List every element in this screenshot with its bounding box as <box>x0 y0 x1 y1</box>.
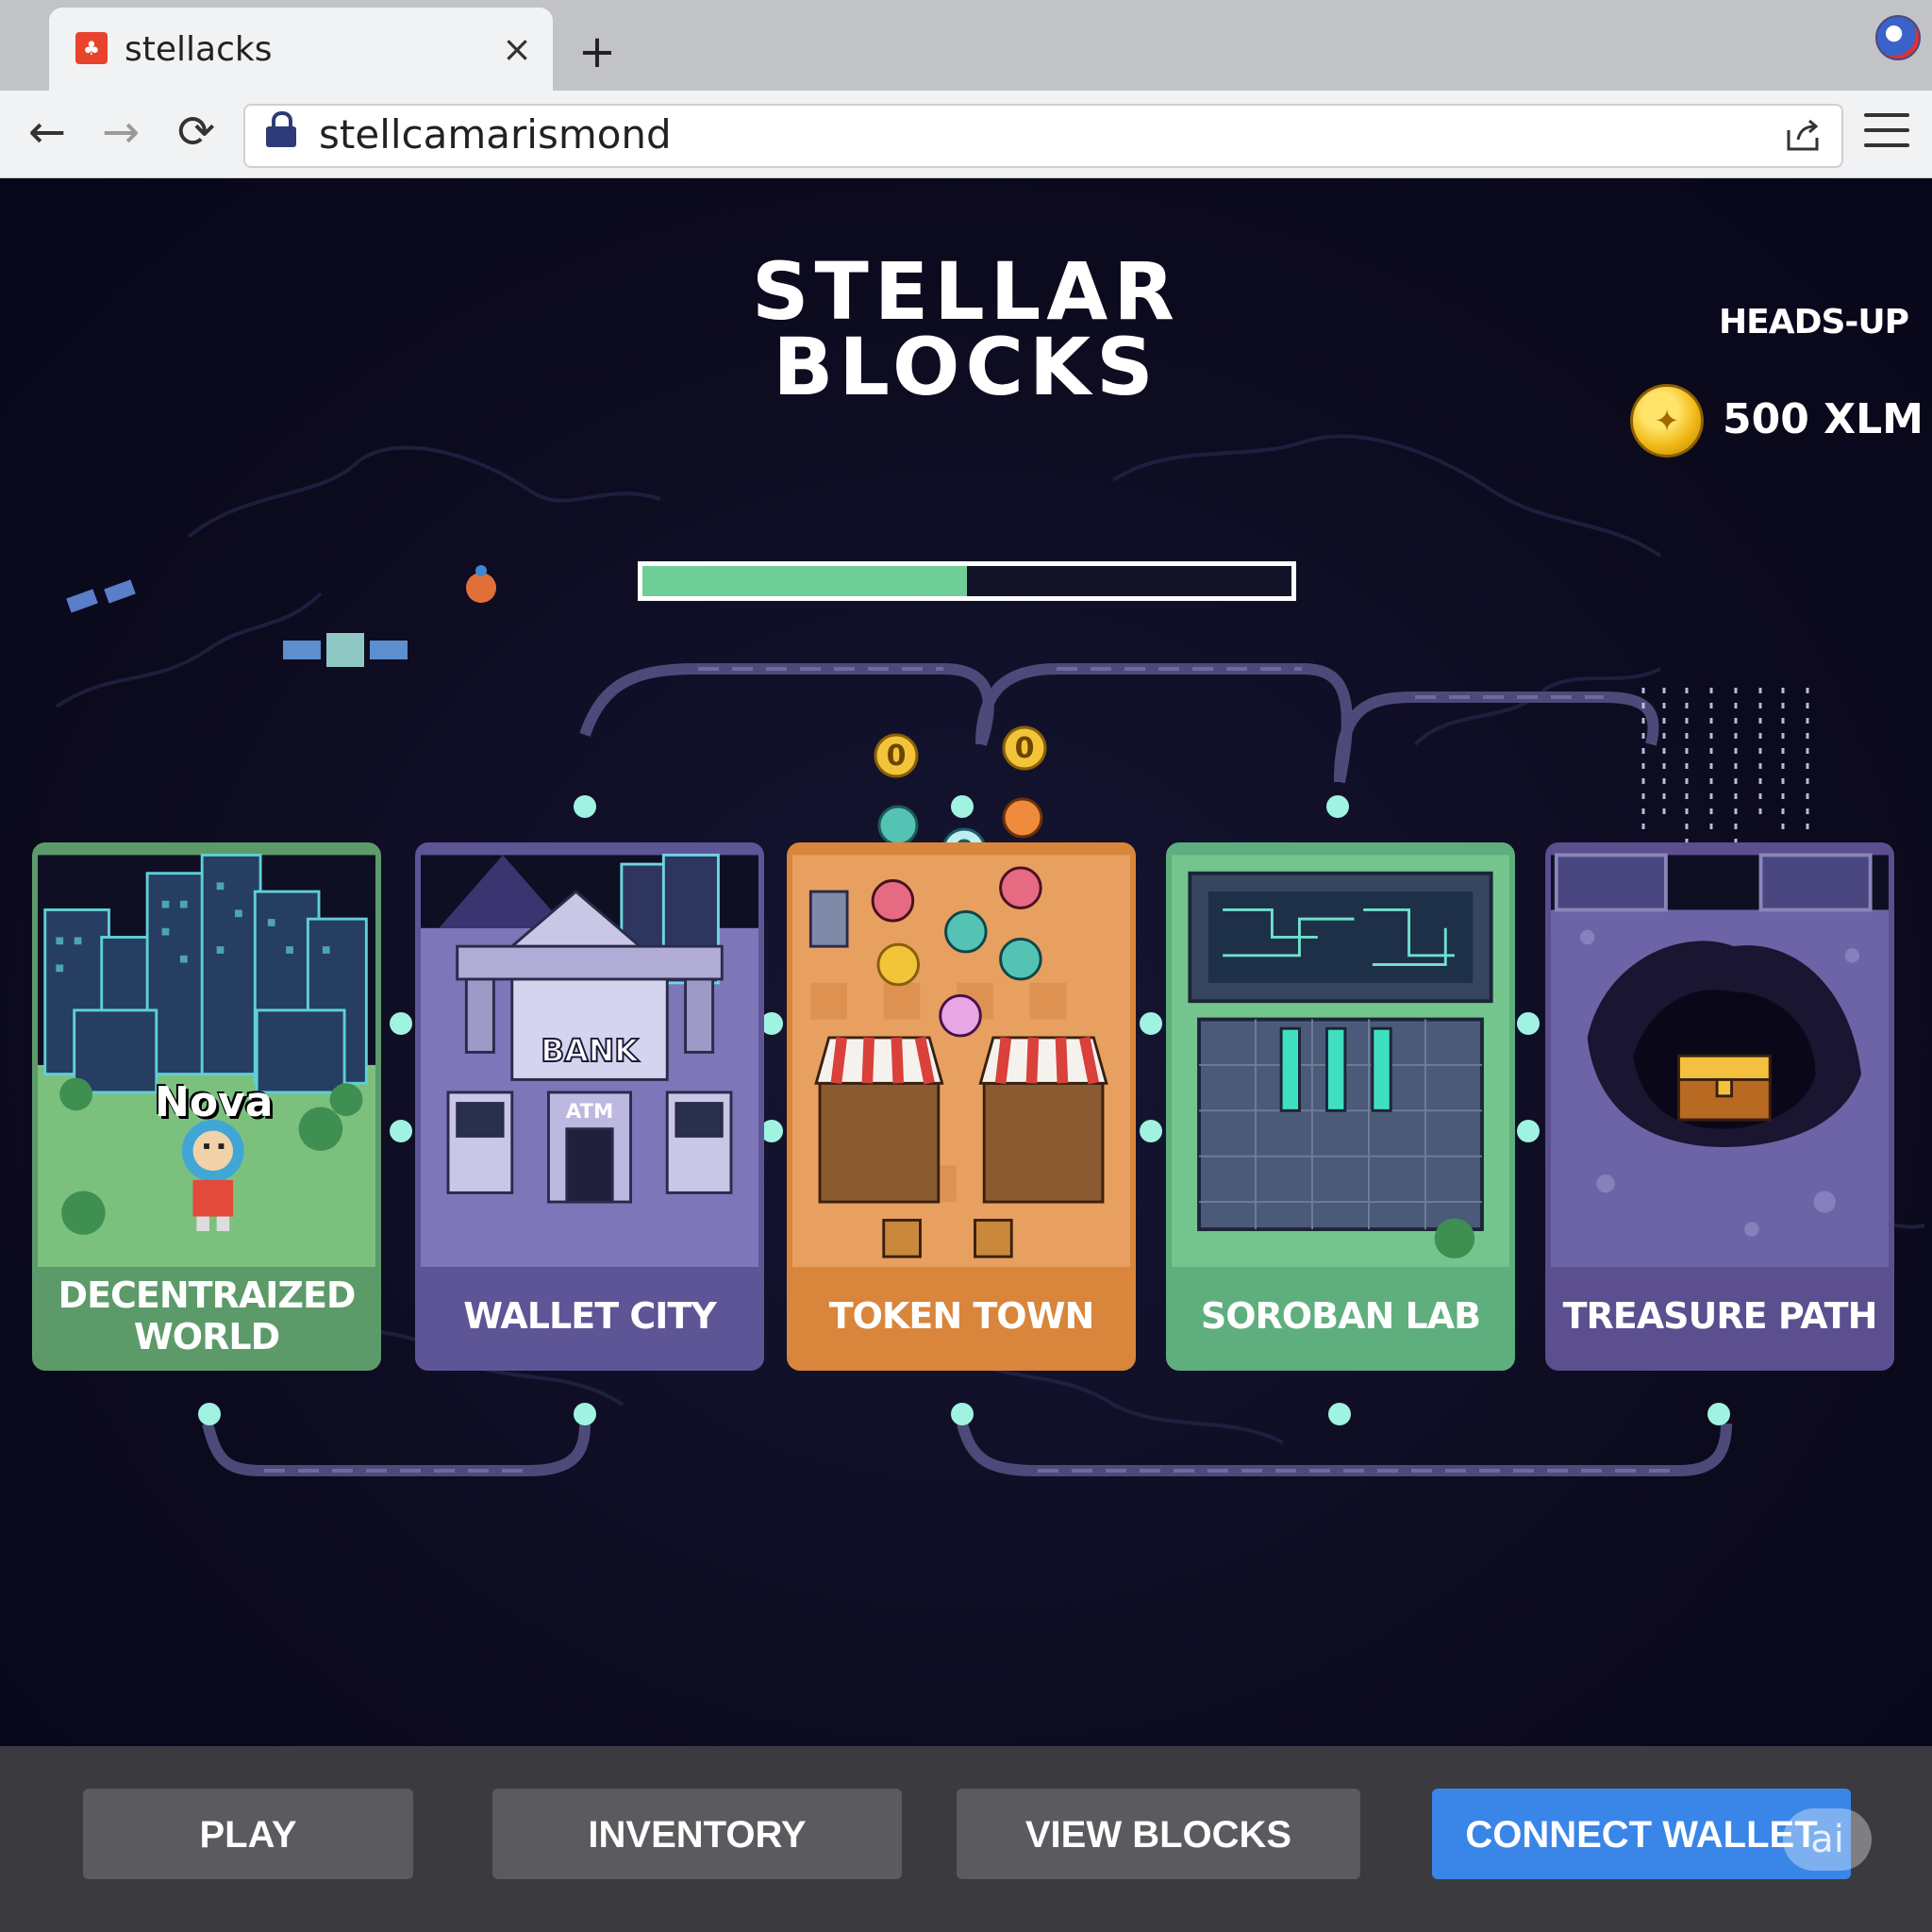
play-button[interactable]: PLAY <box>83 1789 413 1879</box>
close-icon[interactable]: × <box>496 28 538 70</box>
zone-label: WALLET CITY <box>421 1267 758 1365</box>
forward-icon[interactable]: → <box>92 104 149 160</box>
address-bar[interactable]: stellcamarismond <box>243 104 1843 168</box>
tab-strip: ♣ stellacks × + <box>0 0 1932 91</box>
zone-card-wallet-city[interactable]: BANK ATM WALLET CITY <box>415 842 764 1371</box>
title-line-1: STELLAR <box>752 245 1180 338</box>
atm-sign: ATM <box>566 1100 613 1124</box>
back-icon[interactable]: ← <box>19 104 75 160</box>
zone-card-token-town[interactable]: TOKEN TOWN <box>787 842 1136 1371</box>
character-name: Nova <box>155 1078 274 1126</box>
share-icon[interactable] <box>1785 117 1821 153</box>
screen: ♣ stellacks × + ← → ⟳ stellcamarismond 0… <box>0 0 1932 1932</box>
city-art <box>38 853 375 1272</box>
ai-badge: ai <box>1783 1808 1872 1871</box>
browser-toolbar: ← → ⟳ stellcamarismond <box>0 91 1932 179</box>
favicon-icon: ♣ <box>75 32 108 64</box>
view-blocks-button[interactable]: VIEW BLOCKS <box>957 1789 1360 1879</box>
zone-label: TOKEN TOWN <box>792 1267 1130 1365</box>
inventory-button[interactable]: INVENTORY <box>492 1789 902 1879</box>
zone-card-soroban-lab[interactable]: SOROBAN LAB <box>1166 842 1515 1371</box>
browser-tab[interactable]: ♣ stellacks × <box>49 8 553 91</box>
action-bar: PLAY INVENTORY VIEW BLOCKS CONNECT WALLE… <box>0 1746 1932 1932</box>
tab-title: stellacks <box>125 30 273 69</box>
zone-card-treasure-path[interactable]: TREASURE PATH <box>1545 842 1894 1371</box>
svg-text:0: 0 <box>1015 732 1035 765</box>
game-title: STELLAR BLOCKS <box>0 245 1932 407</box>
game-canvas: 0 0 0 STELLAR BLOCKS HEADS-UP ✦ 500 XLM <box>0 178 1932 1746</box>
url-text: stellcamarismond <box>319 111 672 158</box>
bank-art: BANK ATM <box>421 853 758 1272</box>
zone-label: TREASURE PATH <box>1551 1267 1889 1365</box>
svg-text:0: 0 <box>887 740 907 773</box>
cave-art <box>1551 853 1889 1272</box>
lab-art <box>1172 855 1509 1272</box>
zone-label: DECENTRAIZED WORLD <box>38 1267 375 1365</box>
bank-sign: BANK <box>541 1032 640 1069</box>
xlm-balance: 500 XLM <box>1723 395 1924 443</box>
progress-fill <box>642 566 967 596</box>
zone-card-decentralized-world[interactable]: Nova DECENTRAIZED WORLD <box>32 842 381 1371</box>
treasure-chest <box>1677 1054 1772 1122</box>
reload-icon[interactable]: ⟳ <box>168 104 225 160</box>
zone-label: SOROBAN LAB <box>1172 1267 1509 1365</box>
plus-icon[interactable]: + <box>572 26 623 77</box>
profile-icon[interactable] <box>1875 15 1921 60</box>
lock-icon <box>266 111 296 147</box>
progress-bar <box>638 561 1296 601</box>
market-art <box>792 855 1130 1272</box>
coin-icon: ✦ <box>1630 384 1704 458</box>
menu-icon[interactable] <box>1864 113 1909 153</box>
hud-label: HEADS-UP <box>1719 303 1909 341</box>
